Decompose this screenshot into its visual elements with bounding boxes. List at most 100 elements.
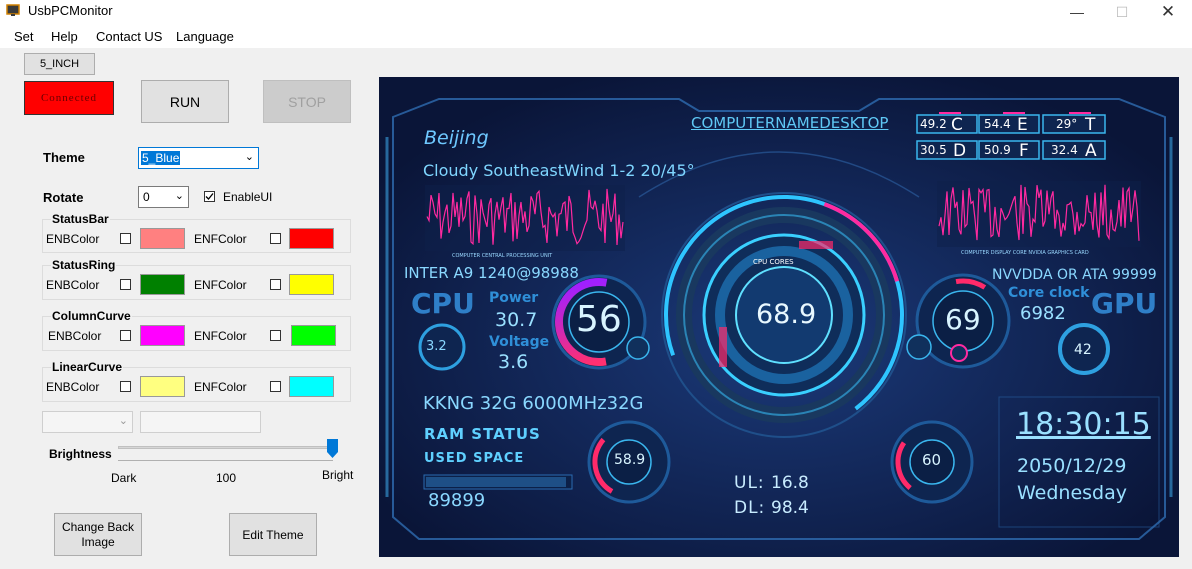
cpu-cores-value: 68.9 <box>756 299 817 330</box>
disk-e-letter: E <box>1017 115 1028 135</box>
disk-d-letter: D <box>953 141 967 161</box>
disk-e-value: 54.4 <box>984 117 1011 131</box>
rotate-label: Rotate <box>43 190 84 205</box>
columncurve-enb-checkbox[interactable] <box>120 330 131 341</box>
theme-select[interactable]: 5_Blue ⌄ <box>138 147 259 169</box>
statusbar-enf-checkbox[interactable] <box>270 233 281 244</box>
maximize-icon[interactable]: ☐ <box>1099 0 1145 24</box>
statusbar-enf-swatch[interactable] <box>289 228 334 249</box>
linearcurve-enb-swatch[interactable] <box>140 376 185 397</box>
size-button[interactable]: 5_INCH <box>24 53 95 75</box>
run-button[interactable]: RUN <box>141 80 229 123</box>
cpu-waveform <box>425 185 625 251</box>
gpu-name: NVVDDA OR ATA 99999 <box>992 267 1157 283</box>
rotate-value: 0 <box>143 190 150 204</box>
disabled-input[interactable] <box>140 411 261 433</box>
statusring-enf-checkbox[interactable] <box>270 279 281 290</box>
clock-date: 2050/12/29 <box>1017 455 1127 477</box>
core-clock-value: 6982 <box>1020 303 1066 324</box>
theme-label: Theme <box>43 150 85 165</box>
theme-value: 5_Blue <box>141 151 181 165</box>
gpu-temp-value: 42 <box>1074 342 1092 358</box>
stop-button[interactable]: STOP <box>263 80 351 123</box>
voltage-label: Voltage <box>489 334 550 350</box>
linearcurve-enf-swatch[interactable] <box>289 376 334 397</box>
disk-a-letter: A <box>1085 141 1097 161</box>
download-value: 98.4 <box>771 498 809 518</box>
disabled-select[interactable]: ⌄ <box>42 411 133 433</box>
chevron-down-icon: ⌄ <box>174 190 184 202</box>
cpu-label: CPU <box>411 287 475 320</box>
columncurve-enf-label: ENFColor <box>194 329 247 343</box>
ram-used-value: 89899 <box>428 490 486 511</box>
disk-a-value: 32.4 <box>1051 143 1078 157</box>
statusbar-enb-swatch[interactable] <box>140 228 185 249</box>
gpu-usage-value: 69 <box>945 303 981 336</box>
linearcurve-enf-label: ENFColor <box>194 380 247 394</box>
app-icon <box>6 3 20 17</box>
statusbar-title: StatusBar <box>51 212 110 226</box>
linearcurve-enb-checkbox[interactable] <box>120 381 131 392</box>
clock-weekday: Wednesday <box>1017 482 1128 504</box>
cpu-usage-value: 56 <box>576 299 622 340</box>
menu-contact-us[interactable]: Contact US <box>96 29 162 44</box>
brightness-label: Brightness <box>49 447 112 461</box>
window-title: UsbPCMonitor <box>28 3 113 18</box>
volume-gauge-value: 60 <box>922 451 942 469</box>
minimize-icon[interactable]: — <box>1054 0 1100 24</box>
linearcurve-enf-checkbox[interactable] <box>270 381 281 392</box>
ram-gauge-value: 58.9 <box>614 452 646 468</box>
weather-label: Cloudy SoutheastWind 1-2 20/45° <box>423 161 695 180</box>
change-back-image-button[interactable]: Change Back Image <box>54 513 142 556</box>
columncurve-enf-swatch[interactable] <box>291 325 336 346</box>
menu-language[interactable]: Language <box>176 29 234 44</box>
upload-label: UL: <box>734 473 765 493</box>
statusbar-enb-checkbox[interactable] <box>120 233 131 244</box>
linearcurve-enb-label: ENBColor <box>46 380 100 394</box>
dashboard-preview: Beijing Cloudy SoutheastWind 1-2 20/45° … <box>379 77 1179 557</box>
disk-f-value: 50.9 <box>984 143 1011 157</box>
statusbar-enb-label: ENBColor <box>46 232 100 246</box>
temp-letter: T <box>1085 115 1096 135</box>
disk-d-value: 30.5 <box>920 143 947 157</box>
connection-status: Connected <box>24 81 114 115</box>
title-bar <box>0 0 1192 24</box>
edit-theme-button[interactable]: Edit Theme <box>229 513 317 556</box>
brightness-dark-label: Dark <box>111 471 137 485</box>
ram-status-label: RAM STATUS <box>424 425 541 443</box>
temp-value: 29° <box>1056 117 1078 131</box>
statusring-enb-label: ENBColor <box>46 278 100 292</box>
brightness-track[interactable] <box>118 446 333 449</box>
statusring-enb-checkbox[interactable] <box>120 279 131 290</box>
statusring-enb-swatch[interactable] <box>140 274 185 295</box>
power-value: 30.7 <box>495 309 538 331</box>
close-icon[interactable]: ✕ <box>1145 0 1191 24</box>
computer-name: COMPUTERNAMEDESKTOP <box>691 114 889 132</box>
cpu-cores-label: CPU CORES <box>753 258 794 266</box>
columncurve-enb-swatch[interactable] <box>140 325 185 346</box>
cpu-frequency: 3.2 <box>426 339 447 354</box>
disk-c-letter: C <box>951 115 963 135</box>
brightness-value: 100 <box>216 471 237 485</box>
menu-help[interactable]: Help <box>51 29 78 44</box>
power-label: Power <box>489 290 539 306</box>
brightness-slider-thumb[interactable] <box>327 439 338 458</box>
city-label: Beijing <box>424 127 489 149</box>
rotate-select[interactable]: 0 ⌄ <box>138 186 189 208</box>
upload-value: 16.8 <box>771 473 809 493</box>
statusring-enf-swatch[interactable] <box>289 274 334 295</box>
voltage-value: 3.6 <box>498 351 529 373</box>
menu-set[interactable]: Set <box>14 29 34 44</box>
chevron-down-icon: ⌄ <box>118 415 128 427</box>
enable-ui-checkbox[interactable] <box>204 191 215 202</box>
columncurve-enf-checkbox[interactable] <box>270 330 281 341</box>
chevron-down-icon: ⌄ <box>244 151 254 163</box>
clock-time: 18:30:15 <box>1016 407 1151 442</box>
enable-ui-label: EnableUI <box>223 190 273 204</box>
disk-c-value: 49.2 <box>920 117 947 131</box>
ram-name: KKNG 32G 6000MHz32G <box>423 393 644 414</box>
download-label: DL: <box>734 498 766 518</box>
core-clock-label: Core clock <box>1008 285 1090 301</box>
gpu-label: GPU <box>1091 287 1158 320</box>
statusbar-enf-label: ENFColor <box>194 232 247 246</box>
